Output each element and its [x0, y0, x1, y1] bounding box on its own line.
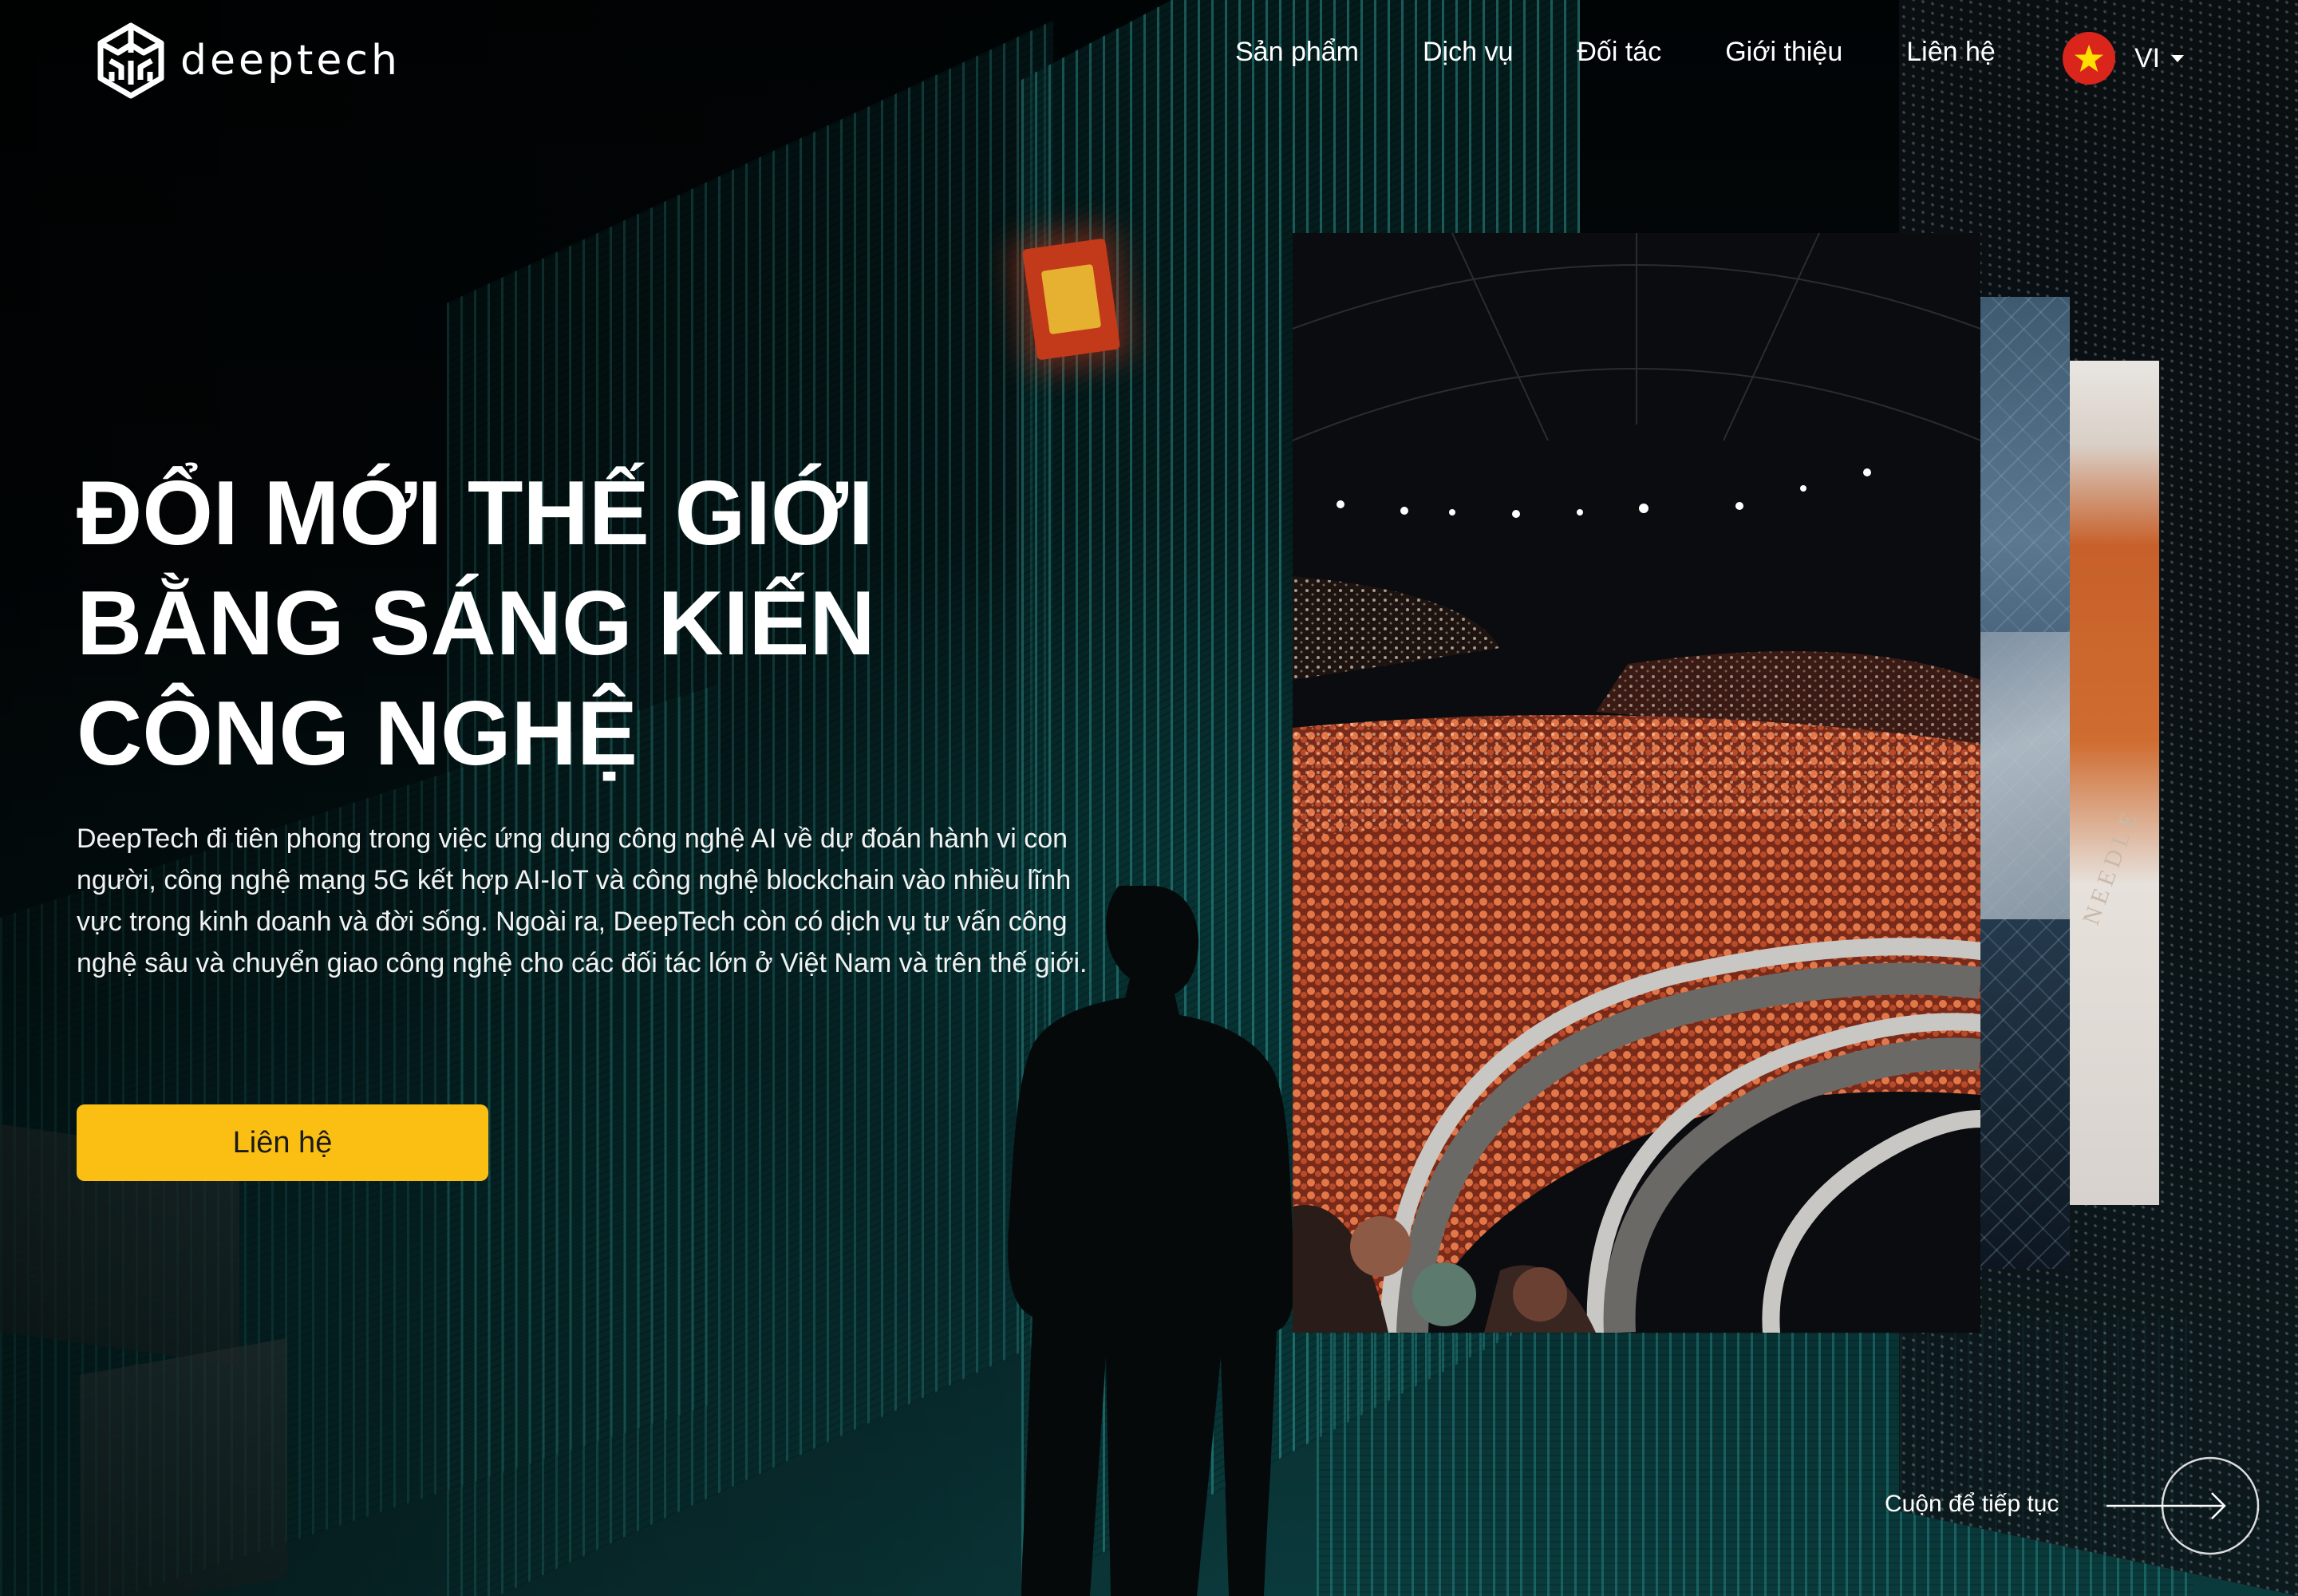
brand-logo[interactable]: deeptech [94, 21, 401, 101]
language-code: VI [2134, 42, 2161, 73]
gallery-card-needle[interactable]: NEEDLE [2070, 361, 2159, 1205]
nav-item-products[interactable]: Sản phẩm [1235, 37, 1359, 68]
nav-item-contact[interactable]: Liên hệ [1906, 37, 1996, 68]
exit-sign [1021, 238, 1121, 361]
hero-title-line: BẰNG SÁNG KIẾN [77, 573, 875, 674]
brand-name: deeptech [180, 37, 401, 85]
arrow-right-icon[interactable] [2106, 1454, 2266, 1558]
deeptech-logo-icon [97, 22, 164, 99]
site-header: deeptech Sản phẩm Dịch vụ Đối tác Giới t… [0, 0, 2298, 120]
nav-item-partners[interactable]: Đối tác [1577, 37, 1661, 68]
nav-item-services[interactable]: Dịch vụ [1423, 37, 1513, 68]
concert-photo [1293, 233, 1980, 1333]
scroll-hint-label: Cuộn để tiếp tục [1885, 1491, 2059, 1517]
gallery-card-concert[interactable] [1293, 233, 1980, 1333]
needle-label: NEEDLE [2078, 804, 2145, 929]
vietnam-flag-icon [2063, 32, 2115, 85]
gallery-card-circuit[interactable] [1980, 297, 2070, 1269]
chevron-down-icon [2171, 54, 2185, 62]
hero-title-line: CÔNG NGHỆ [77, 683, 638, 784]
hero-description: DeepTech đi tiên phong trong việc ứng dụ… [77, 824, 1088, 978]
hero-title: ĐỔI MỚI THẾ GIỚI BẰNG SÁNG KIẾN CÔNG NGH… [77, 459, 954, 789]
contact-button[interactable]: Liên hệ [77, 1104, 488, 1181]
nav-item-about[interactable]: Giới thiệu [1725, 37, 1842, 68]
person-silhouette [1008, 886, 1295, 1596]
hero-title-line: ĐỔI MỚI THẾ GIỚI [77, 463, 874, 564]
language-selector[interactable]: VI [2063, 32, 2185, 85]
main-nav: Sản phẩm Dịch vụ Đối tác Giới thiệu Liên… [1235, 37, 2059, 68]
